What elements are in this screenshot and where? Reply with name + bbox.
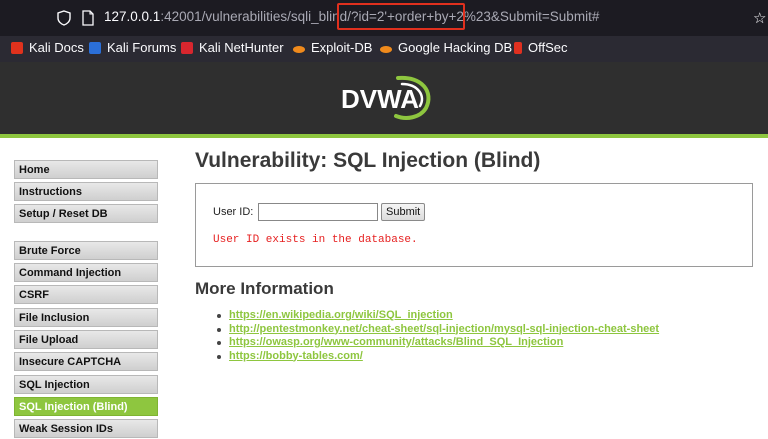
bookmark-kali-docs[interactable]: Kali Docs [11, 40, 84, 55]
menu-item-brute-force[interactable]: Brute Force [14, 241, 158, 260]
url-query-rest: %23&Submit=Submit# [463, 9, 600, 24]
menu-item-sql-injection[interactable]: SQL Injection [14, 375, 158, 394]
dvwa-header: DVWA [0, 62, 768, 134]
bookmark-label: OffSec [528, 40, 568, 55]
menu-item-insecure-captcha[interactable]: Insecure CAPTCHA [14, 352, 158, 371]
exploit-db-icon [293, 45, 305, 53]
submit-button[interactable]: Submit [381, 203, 426, 221]
bookmarks-toolbar: Kali Docs Kali Forums Kali NetHunter Exp… [0, 36, 768, 62]
vulnerability-form-box: User ID: Submit User ID exists in the da… [195, 183, 753, 267]
bookmark-kali-forums[interactable]: Kali Forums [89, 40, 176, 55]
result-message: User ID exists in the database. [213, 234, 418, 246]
page-title: Vulnerability: SQL Injection (Blind) [195, 149, 541, 172]
bookmark-star-icon[interactable]: ☆ [753, 9, 766, 27]
bookmark-kali-nethunter[interactable]: Kali NetHunter [181, 40, 284, 55]
url-path: /vulnerabilities/sqli_blind/ [201, 9, 351, 24]
bookmark-label: Exploit-DB [311, 40, 373, 55]
offsec-icon [514, 41, 522, 54]
url-port: :42001 [160, 9, 202, 24]
bookmark-offsec[interactable]: OffSec [514, 40, 568, 55]
bookmark-label: Kali NetHunter [199, 40, 284, 55]
more-information-links: https://en.wikipedia.org/wiki/SQL_inject… [216, 309, 659, 363]
url-query-highlight-box [337, 3, 465, 30]
logo-text: DVWA [341, 84, 419, 114]
menu-item-weak-session-ids[interactable]: Weak Session IDs [14, 419, 158, 438]
link-wikipedia-sql-injection[interactable]: https://en.wikipedia.org/wiki/SQL_inject… [229, 309, 453, 321]
link-owasp-blind-sql-injection[interactable]: https://owasp.org/www-community/attacks/… [229, 336, 563, 348]
menu-item-sql-injection-blind[interactable]: SQL Injection (Blind) [14, 397, 158, 416]
url-host: 127.0.0.1 [104, 9, 161, 24]
user-id-label: User ID: [213, 206, 254, 218]
tracking-shield-icon[interactable] [57, 10, 71, 26]
browser-url-bar[interactable]: 127.0.0.1:42001/vulnerabilities/sqli_bli… [0, 0, 768, 36]
bookmark-label: Google Hacking DB [398, 40, 513, 55]
bookmark-label: Kali Docs [29, 40, 84, 55]
menu-item-instructions[interactable]: Instructions [14, 182, 158, 201]
dvwa-logo[interactable]: DVWA [336, 74, 436, 122]
list-item: http://pentestmonkey.net/cheat-sheet/sql… [216, 323, 659, 337]
kali-nethunter-icon [181, 41, 193, 54]
menu-item-file-inclusion[interactable]: File Inclusion [14, 308, 158, 327]
menu-item-home[interactable]: Home [14, 160, 158, 179]
kali-docs-icon [11, 41, 23, 54]
header-divider [0, 134, 768, 138]
menu-item-file-upload[interactable]: File Upload [14, 330, 158, 349]
link-bobby-tables[interactable]: https://bobby-tables.com/ [229, 350, 363, 362]
page-info-icon[interactable] [82, 10, 94, 26]
menu-item-command-injection[interactable]: Command Injection [14, 263, 158, 282]
bookmark-exploit-db[interactable]: Exploit-DB [293, 40, 372, 55]
bookmark-label: Kali Forums [107, 40, 177, 55]
google-hacking-db-icon [380, 45, 392, 53]
link-pentestmonkey-cheat-sheet[interactable]: http://pentestmonkey.net/cheat-sheet/sql… [229, 323, 659, 335]
list-item: https://bobby-tables.com/ [216, 350, 659, 364]
user-id-input[interactable] [258, 203, 378, 221]
list-item: https://owasp.org/www-community/attacks/… [216, 336, 659, 350]
bookmark-google-hacking-db[interactable]: Google Hacking DB [380, 40, 512, 55]
more-information-heading: More Information [195, 279, 334, 298]
menu-item-csrf[interactable]: CSRF [14, 285, 158, 304]
kali-forums-icon [89, 41, 101, 54]
menu-item-setup-reset-db[interactable]: Setup / Reset DB [14, 204, 158, 223]
list-item: https://en.wikipedia.org/wiki/SQL_inject… [216, 309, 659, 323]
